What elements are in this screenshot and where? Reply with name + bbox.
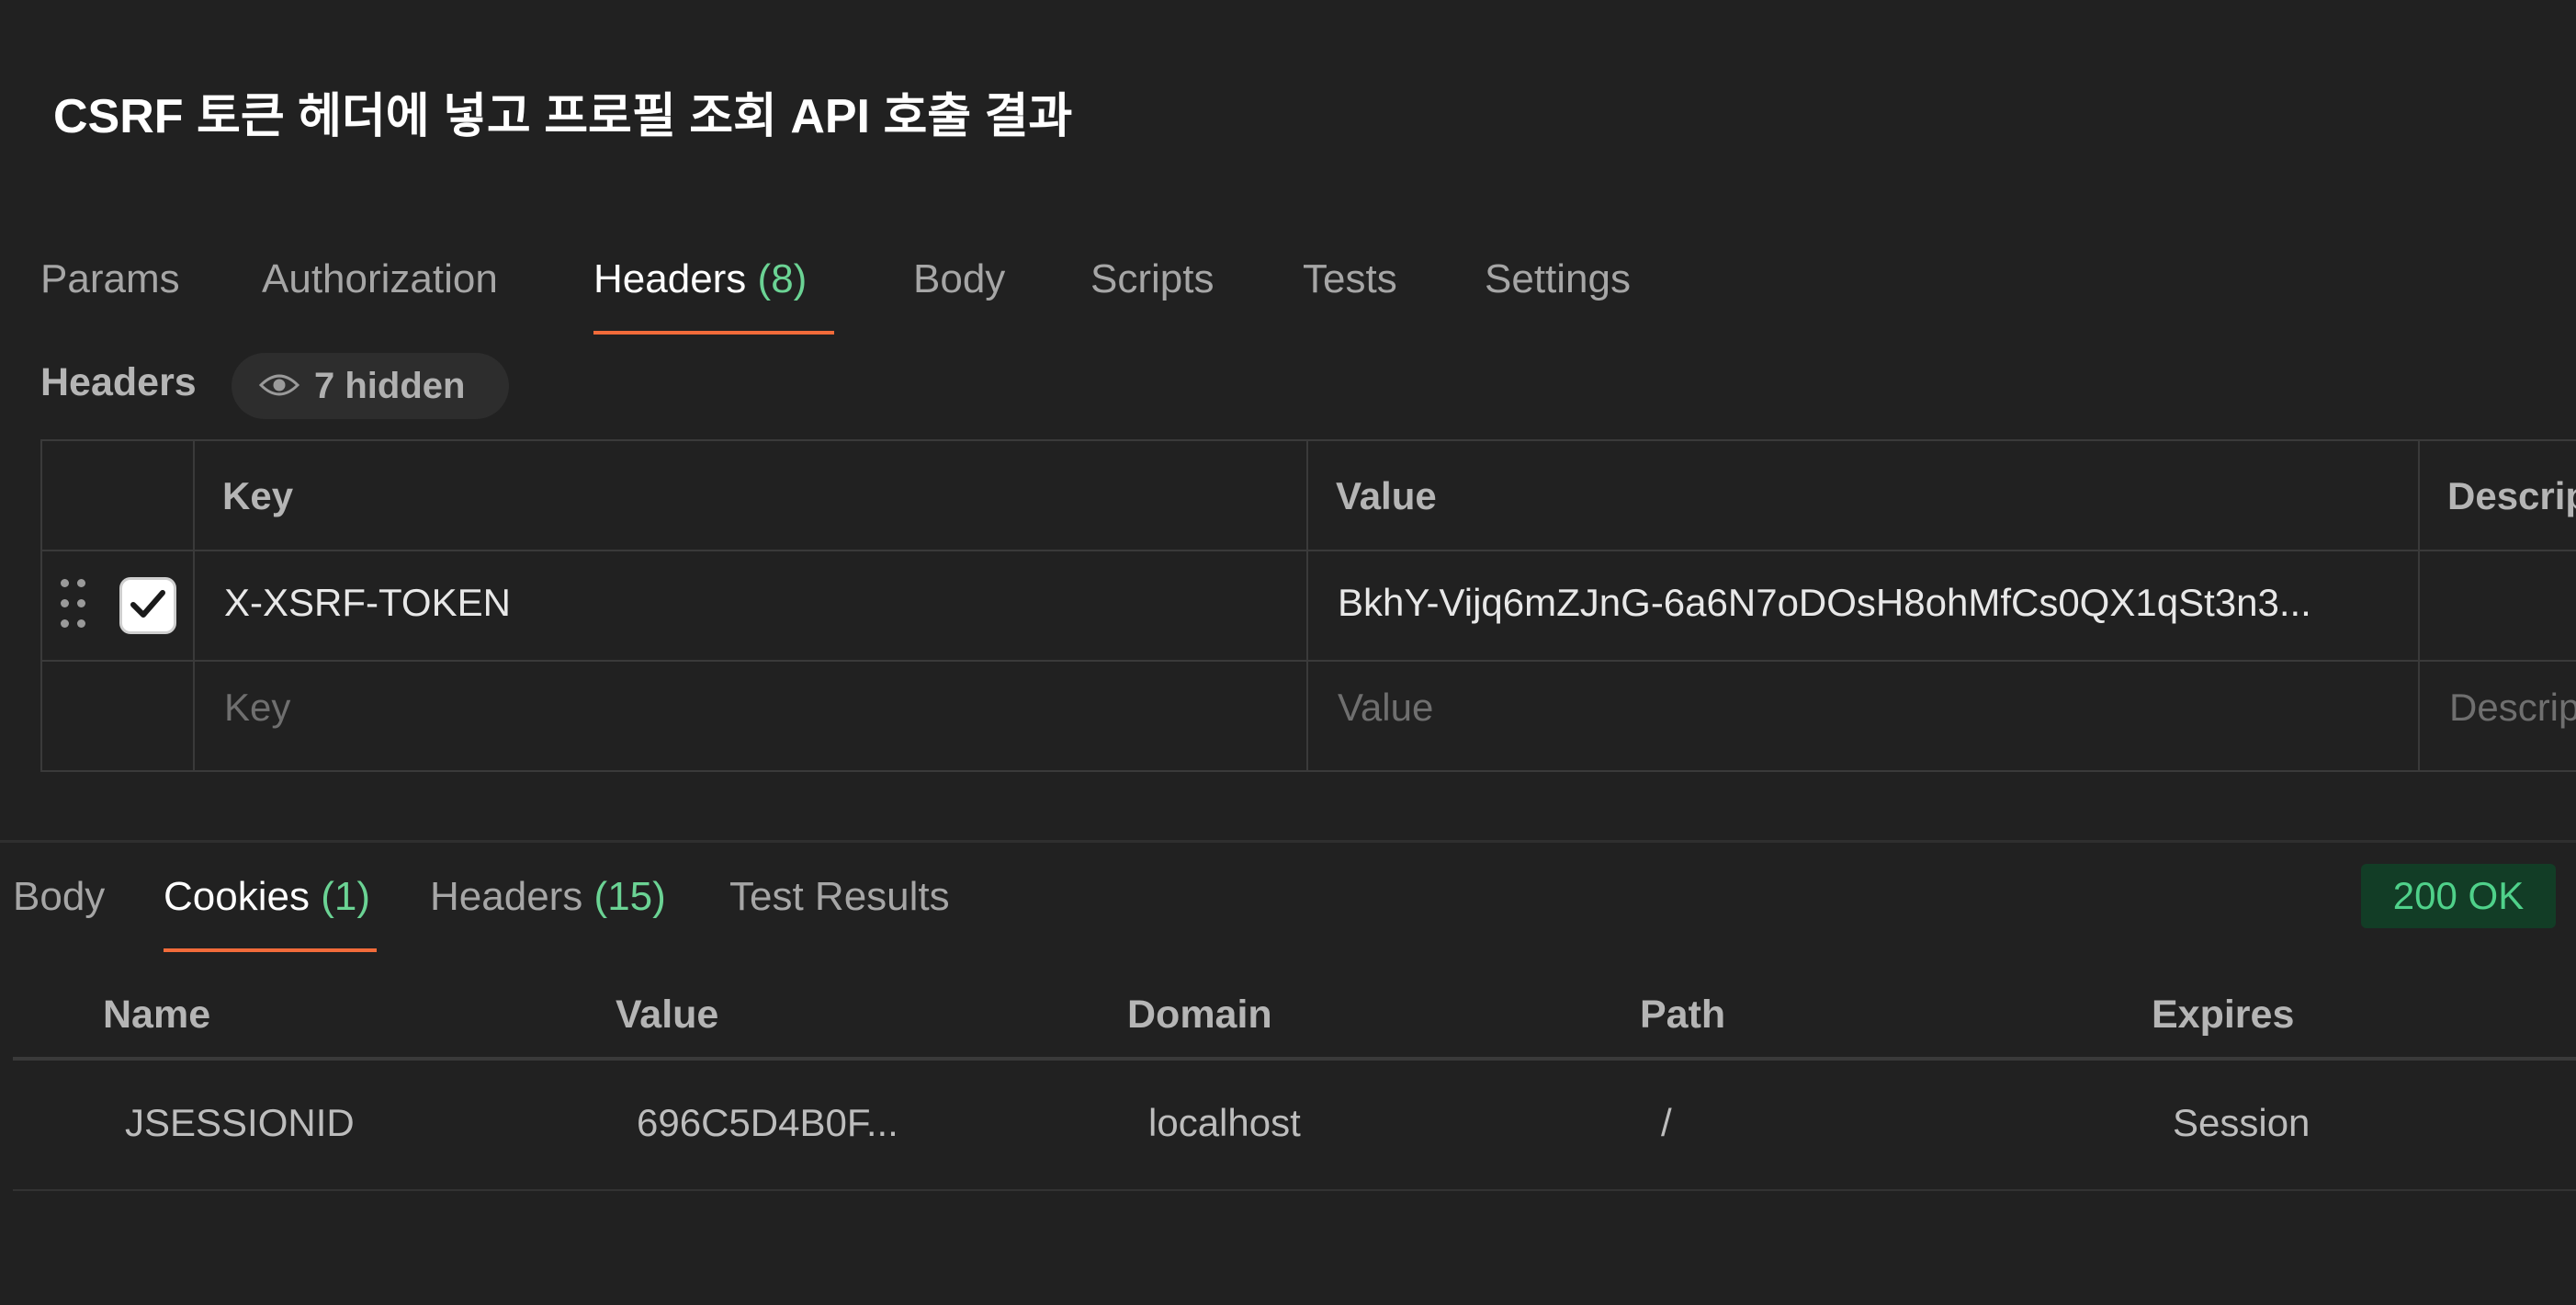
cookie-expires: Session [2173, 1101, 2310, 1144]
tab-params[interactable]: Params [40, 250, 180, 335]
table-divider [2418, 441, 2420, 770]
drag-handle-icon[interactable] [61, 579, 88, 634]
tab-scripts[interactable]: Scripts [1090, 250, 1214, 335]
tab-cookies[interactable]: Cookies (1) [164, 868, 370, 952]
tab-test-results[interactable]: Test Results [729, 868, 950, 952]
tab-label: Settings [1485, 256, 1631, 301]
tab-response-headers[interactable]: Headers (15) [430, 868, 666, 952]
response-divider [0, 840, 2576, 843]
tab-headers[interactable]: Headers (8) [593, 250, 807, 335]
table-divider [13, 1189, 2576, 1191]
table-divider [193, 441, 195, 770]
tab-label: Cookies [164, 874, 310, 919]
tab-label: Headers [593, 256, 747, 301]
header-value-input[interactable]: BkhY-Vijq6mZJnG-6a6N7oDOsH8ohMfCs0QX1qSt… [1338, 581, 2311, 625]
request-tabs: Params Authorization Headers (8) Body Sc… [40, 250, 2576, 335]
table-divider [1306, 441, 1308, 770]
column-header-expires: Expires [2152, 993, 2295, 1037]
active-tab-indicator [593, 331, 834, 335]
cookie-path: / [1661, 1101, 1672, 1144]
tab-label: Body [13, 874, 106, 919]
header-key-input[interactable]: X-XSRF-TOKEN [224, 581, 511, 625]
column-header-name: Name [103, 993, 211, 1037]
new-description-input[interactable]: Descrip [2449, 686, 2576, 730]
tab-authorization[interactable]: Authorization [262, 250, 498, 335]
tab-label: Params [40, 256, 180, 301]
cookie-name: JSESSIONID [125, 1101, 355, 1144]
tab-count: (15) [593, 874, 666, 919]
headers-section-label: Headers [40, 360, 197, 404]
tab-label: Tests [1303, 256, 1397, 301]
cookie-value: 696C5D4B0F... [637, 1101, 898, 1144]
tab-label: Headers [430, 874, 583, 919]
column-header-description: Descrip [2447, 474, 2576, 517]
headers-table: Key Value Descrip X-XSRF-TOKEN BkhY-Vijq… [40, 439, 2576, 772]
tab-label: Scripts [1090, 256, 1215, 301]
checkmark-icon [130, 588, 166, 624]
column-header-key: Key [222, 474, 294, 517]
column-header-value: Value [1336, 474, 1437, 517]
active-tab-indicator [164, 948, 377, 952]
tab-label: Body [913, 256, 1006, 301]
tab-response-body[interactable]: Body [13, 868, 105, 952]
tab-label: Authorization [262, 256, 498, 301]
header-enabled-checkbox[interactable] [119, 577, 176, 634]
new-value-input[interactable]: Value [1338, 686, 1433, 730]
page-title: CSRF 토큰 헤더에 넣고 프로필 조회 API 호출 결과 [53, 90, 1073, 143]
eye-icon [258, 366, 300, 407]
column-header-path: Path [1640, 993, 1726, 1037]
tab-tests[interactable]: Tests [1303, 250, 1397, 335]
table-divider [13, 1057, 2576, 1061]
column-header-domain: Domain [1127, 993, 1272, 1037]
cookies-table: Name Value Domain Path Expires JSESSIONI… [13, 983, 2576, 1195]
new-key-input[interactable]: Key [224, 686, 290, 730]
column-header-value: Value [616, 993, 719, 1037]
hidden-count-label: 7 hidden [314, 365, 466, 406]
tab-label: Test Results [729, 874, 950, 919]
cookie-domain: localhost [1148, 1101, 1301, 1144]
tab-settings[interactable]: Settings [1485, 250, 1631, 335]
hidden-headers-toggle[interactable]: 7 hidden [232, 353, 509, 419]
status-badge: 200 OK [2361, 864, 2556, 928]
table-divider [42, 660, 2576, 662]
table-divider [42, 550, 2576, 551]
tab-body[interactable]: Body [913, 250, 1005, 335]
tab-count: (1) [321, 874, 370, 919]
tab-count: (8) [757, 256, 808, 301]
response-tabs: Body Cookies (1) Headers (15) Test Resul… [13, 868, 2576, 952]
